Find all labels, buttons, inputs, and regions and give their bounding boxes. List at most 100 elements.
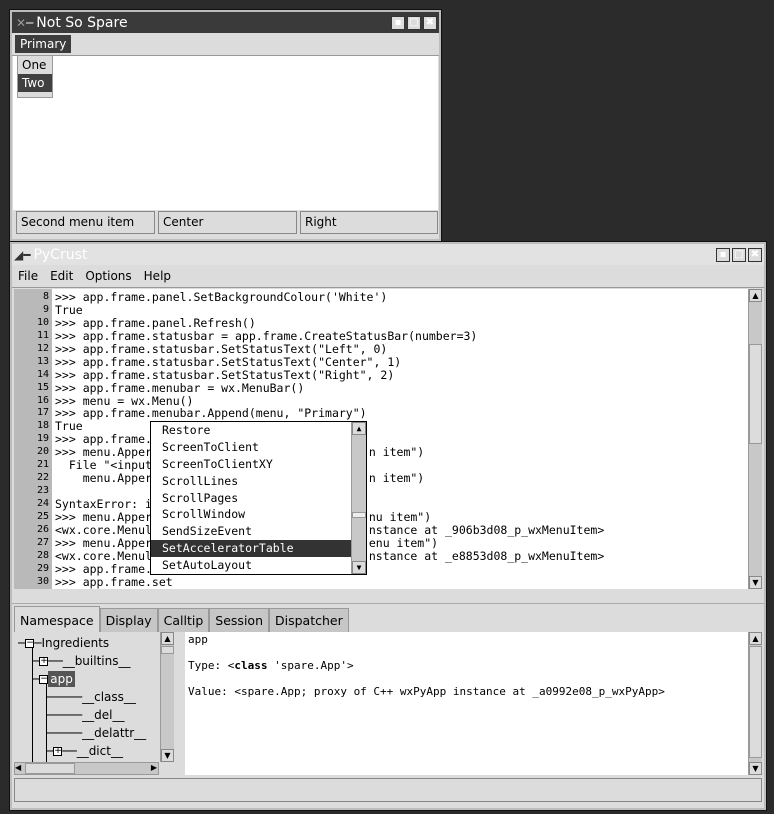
tab-namespace[interactable]: Namespace	[14, 606, 100, 632]
code-line: 8 >>> app.frame.panel.SetBackgroundColour…	[14, 291, 748, 304]
code-line: 27 >>> menu.Apper enu item")	[14, 536, 748, 550]
line-text: >>> app.frame.set	[55, 574, 173, 589]
menu-help[interactable]: Help	[138, 266, 177, 286]
line-text: <wx.core.Menul	[55, 548, 152, 563]
line-text: >>> app.frame.statusbar.SetStatusText("R…	[55, 367, 395, 382]
detail-scrollbar[interactable]: ▲ ▼	[748, 632, 762, 775]
scroll-down-icon[interactable]: ▼	[749, 762, 762, 775]
line-text: >>> app.frame.panel.SetBackgroundColour(…	[55, 290, 388, 304]
scroll-thumb[interactable]	[25, 763, 75, 774]
tree-node-delattr[interactable]: ─────__delattr__	[46, 726, 146, 740]
code-line: 25 >>> menu.Apper nu item")	[14, 509, 748, 524]
menu-file[interactable]: File	[12, 266, 44, 286]
autocomplete-item[interactable]: SendSizeEvent	[151, 523, 351, 540]
autocomplete-scrollbar[interactable]: ▲ ▼	[351, 422, 366, 574]
scroll-left-icon[interactable]: ◀	[15, 763, 21, 772]
scroll-up-icon[interactable]: ▲	[749, 632, 762, 645]
code-line: 11 >>> app.frame.statusbar = app.frame.Cr…	[14, 328, 748, 343]
code-line: 13 >>> app.frame.statusbar.SetStatusText(…	[14, 355, 748, 369]
title-bar[interactable]: ◢━ PyCrust ▪ □ ✖	[12, 244, 764, 265]
code-line: 10 >>> app.frame.panel.Refresh()	[14, 315, 748, 330]
scroll-right-icon[interactable]: ▶	[151, 763, 157, 772]
client-area	[13, 56, 438, 210]
expand-icon[interactable]: +	[39, 657, 49, 666]
line-number: 18	[14, 420, 52, 434]
collapse-icon[interactable]: −	[25, 639, 35, 648]
autocomplete-list[interactable]: Restore ScreenToClient ScreenToClientXY Scr…	[150, 421, 367, 575]
scroll-up-icon[interactable]: ▲	[749, 289, 762, 302]
tree-hscrollbar[interactable]: ◀ ▶	[14, 762, 159, 775]
line-number: 20	[14, 446, 52, 460]
code-line: 30 >>> app.frame.set	[14, 574, 748, 589]
tree-node-class[interactable]: ─────__class__	[46, 690, 136, 704]
window-menu-icon[interactable]: ◢━	[14, 248, 30, 262]
shell-editor[interactable]: 8 >>> app.frame.panel.SetBackgroundColour…	[14, 289, 748, 589]
tab-calltip[interactable]: Calltip	[157, 608, 210, 632]
minimize-icon[interactable]: ▪	[391, 15, 405, 30]
autocomplete-item[interactable]: ScrollWindow	[151, 506, 351, 523]
line-text: >>> app.frame.panel.Refresh()	[55, 315, 256, 330]
line-number: 25	[14, 510, 52, 524]
scroll-up-icon[interactable]: ▲	[161, 632, 174, 645]
expand-icon[interactable]: +	[53, 747, 63, 756]
line-number: 26	[14, 523, 52, 537]
menu-primary[interactable]: Primary	[15, 35, 72, 53]
line-number: 13	[14, 355, 52, 369]
detail-type: Type: <class 'spare.App'>	[188, 659, 354, 672]
code-line: 28 <wx.core.Menul nstance at _e8853d08_p_…	[14, 548, 748, 563]
menu-item-two[interactable]: Two	[18, 74, 52, 92]
scroll-down-icon[interactable]: ▼	[749, 576, 762, 589]
status-field-1: Second menu item	[16, 211, 155, 234]
line-number: 8	[14, 291, 52, 304]
autocomplete-item[interactable]: ScrollPages	[151, 490, 351, 507]
scroll-down-icon[interactable]: ▼	[161, 749, 174, 762]
tree-node-ingredients[interactable]: ─−─Ingredients	[18, 636, 109, 650]
tab-session[interactable]: Session	[209, 608, 269, 632]
window-title: Not So Spare	[36, 14, 128, 31]
line-text: >>> menu.Apper	[55, 509, 152, 524]
line-number: 10	[14, 316, 52, 330]
scroll-thumb[interactable]	[161, 646, 174, 654]
line-text-tail: nstance at _906b3d08_p_wxMenuItem>	[355, 522, 605, 537]
autocomplete-item[interactable]: SetAcceleratorTable	[151, 540, 351, 558]
tree-node-app[interactable]: ─− app	[32, 671, 75, 687]
autocomplete-item[interactable]: ScreenToClient	[151, 439, 351, 456]
minimize-icon[interactable]: ▪	[716, 247, 730, 262]
menu-edit[interactable]: Edit	[44, 266, 79, 286]
scroll-down-icon[interactable]: ▼	[352, 561, 366, 574]
scroll-up-icon[interactable]: ▲	[352, 422, 366, 435]
scroll-thumb[interactable]	[749, 646, 762, 758]
maximize-icon[interactable]: □	[732, 247, 746, 262]
tree-node-builtins[interactable]: ─+──__builtins__	[32, 654, 130, 668]
tree-node-del[interactable]: ─────__del__	[46, 708, 124, 722]
autocomplete-item[interactable]: ScrollLines	[151, 473, 351, 490]
scroll-thumb[interactable]	[749, 344, 762, 444]
detail-value: Value: <spare.App; proxy of C++ wxPyApp …	[188, 685, 665, 698]
namespace-detail[interactable]: app Type: <class 'spare.App'> Value: <sp…	[185, 632, 748, 775]
namespace-tree[interactable]: ─−─Ingredients ─+──__builtins__ ─− app ──…	[14, 632, 160, 762]
tree-vscrollbar[interactable]: ▲ ▼	[160, 632, 174, 762]
scroll-thumb[interactable]	[352, 512, 366, 518]
menu-item-one[interactable]: One	[18, 56, 52, 74]
menubar: File Edit Options Help	[12, 265, 764, 288]
close-icon[interactable]: ✖	[423, 15, 437, 30]
code-line: 26 <wx.core.Menul nstance at _906b3d08_p_…	[14, 522, 748, 537]
autocomplete-item[interactable]: SetAutoLayout	[151, 557, 351, 574]
title-bar[interactable]: ✕━ Not So Spare ▪ □ ✖	[12, 12, 439, 33]
autocomplete-item[interactable]: Restore	[151, 422, 351, 439]
menu-options[interactable]: Options	[79, 266, 137, 286]
splitter-sash[interactable]	[12, 590, 764, 604]
window-menu-icon[interactable]: ✕━	[16, 16, 33, 30]
tab-display[interactable]: Display	[99, 608, 158, 632]
close-icon[interactable]: ✖	[748, 247, 762, 262]
autocomplete-item[interactable]: ScreenToClientXY	[151, 456, 351, 473]
maximize-icon[interactable]: □	[407, 15, 421, 30]
code-line: 22 menu.Apper n item")	[14, 472, 748, 486]
collapse-icon[interactable]: −	[39, 675, 49, 684]
line-number: 11	[14, 329, 52, 343]
editor-scrollbar[interactable]: ▲ ▼	[748, 289, 762, 589]
tab-dispatcher[interactable]: Dispatcher	[269, 608, 349, 632]
line-text: >>> app.frame.statusbar = app.frame.Crea…	[55, 328, 478, 343]
status-field-2: Center	[158, 211, 297, 234]
tree-node-dict[interactable]: ─+──__dict__	[46, 744, 123, 758]
